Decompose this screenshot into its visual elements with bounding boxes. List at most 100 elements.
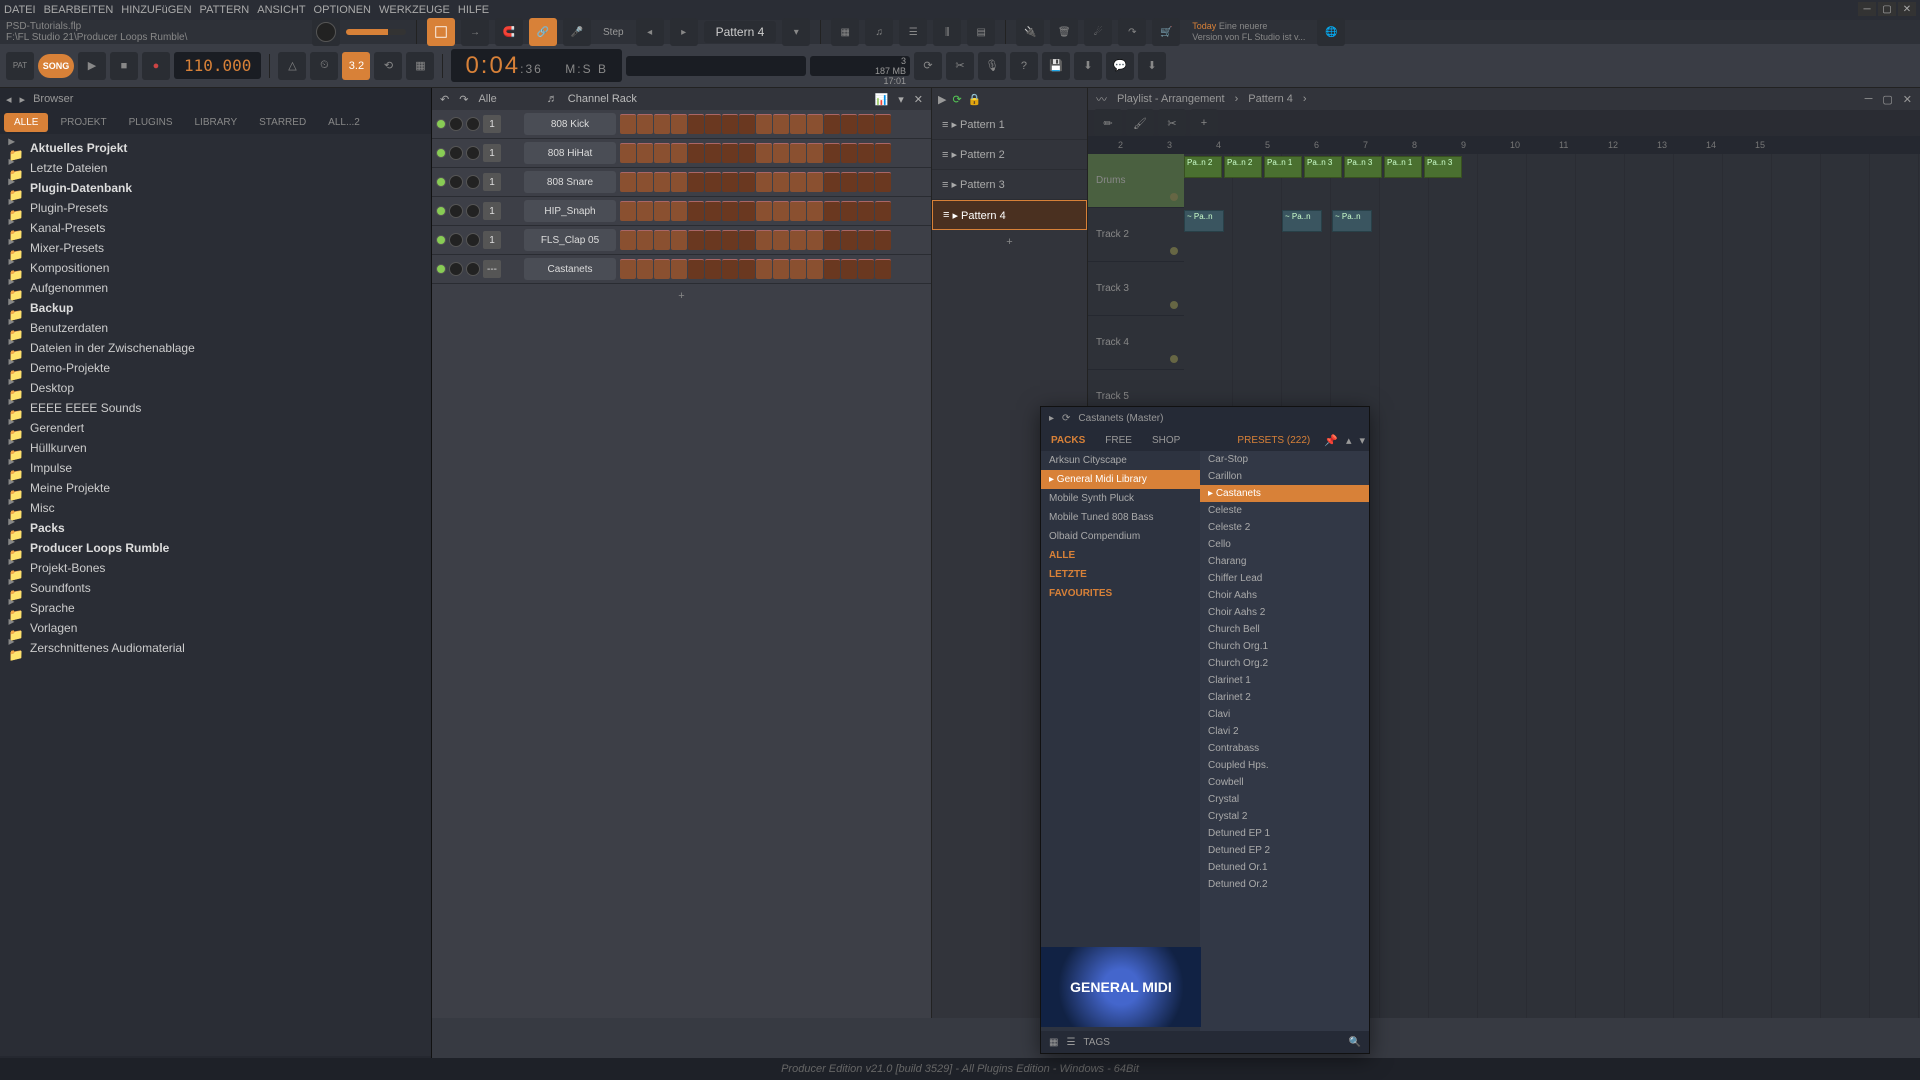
channel-pan[interactable] bbox=[449, 117, 463, 131]
browser-tab-all2[interactable]: ALL...2 bbox=[318, 113, 370, 132]
picker-lock-icon[interactable]: 🔒 bbox=[968, 93, 982, 106]
step-cell[interactable] bbox=[841, 259, 857, 279]
plugin-collapse-icon[interactable]: ▸ bbox=[1049, 413, 1054, 424]
preset-item[interactable]: Carillon bbox=[1200, 468, 1369, 485]
plugin-tab-presets[interactable]: PRESETS (222) bbox=[1227, 431, 1320, 450]
tree-item[interactable]: ▸ 📁Zerschnittenes Audiomaterial bbox=[0, 638, 431, 658]
save-icon[interactable]: 💾 bbox=[1042, 52, 1070, 80]
playlist-clip[interactable]: Pa..n 1 bbox=[1384, 156, 1422, 178]
step-cell[interactable] bbox=[688, 259, 704, 279]
step-cell[interactable] bbox=[688, 230, 704, 250]
rack-options-icon[interactable]: ▾ bbox=[898, 93, 904, 106]
preset-item[interactable]: Contrabass bbox=[1200, 740, 1369, 757]
step-cell[interactable] bbox=[671, 114, 687, 134]
step-cell[interactable] bbox=[705, 172, 721, 192]
chat-icon[interactable]: 💬 bbox=[1106, 52, 1134, 80]
step-cell[interactable] bbox=[739, 143, 755, 163]
channel-mute[interactable] bbox=[436, 148, 446, 158]
step-cell[interactable] bbox=[790, 114, 806, 134]
channel-vol[interactable] bbox=[466, 262, 480, 276]
channel-vol[interactable] bbox=[466, 175, 480, 189]
plugin-menu-icon[interactable]: ▾ bbox=[1355, 434, 1369, 447]
magnet-icon[interactable]: 🧲 bbox=[495, 18, 523, 46]
plugin-icon[interactable]: 🔌 bbox=[1016, 18, 1044, 46]
pattern-drag-icon[interactable]: ≡ bbox=[942, 179, 948, 191]
step-cell[interactable] bbox=[739, 114, 755, 134]
plugin-pin-icon[interactable]: 📌 bbox=[1320, 434, 1342, 447]
step-cell[interactable] bbox=[773, 259, 789, 279]
step-cell[interactable] bbox=[705, 230, 721, 250]
channel-pan[interactable] bbox=[449, 146, 463, 160]
preset-item[interactable]: Choir Aahs 2 bbox=[1200, 604, 1369, 621]
preset-item[interactable]: Crystal bbox=[1200, 791, 1369, 808]
mic-icon[interactable]: 🎤 bbox=[563, 18, 591, 46]
step-cell[interactable] bbox=[671, 230, 687, 250]
preset-item[interactable]: Crystal 2 bbox=[1200, 808, 1369, 825]
channel-mute[interactable] bbox=[436, 235, 446, 245]
tree-item[interactable]: ▸ 📁Kompositionen bbox=[0, 258, 431, 278]
preset-item[interactable]: Choir Aahs bbox=[1200, 587, 1369, 604]
presets-list[interactable]: Car-StopCarillon▸ CastanetsCelesteCelest… bbox=[1200, 451, 1369, 1031]
preset-item[interactable]: Chiffer Lead bbox=[1200, 570, 1369, 587]
preset-item[interactable]: Church Bell bbox=[1200, 621, 1369, 638]
tempo-display[interactable]: 110.000 bbox=[174, 52, 261, 79]
step-cell[interactable] bbox=[756, 230, 772, 250]
tree-item[interactable]: ▸ 📁EEEE EEEE Sounds bbox=[0, 398, 431, 418]
channel-target[interactable]: 1 bbox=[483, 144, 501, 162]
pl-add-track[interactable]: + bbox=[1190, 109, 1218, 137]
tree-item[interactable]: ▸ 📁Projekt-Bones bbox=[0, 558, 431, 578]
tree-item[interactable]: ▸ 📁Kanal-Presets bbox=[0, 218, 431, 238]
stop-button[interactable]: ■ bbox=[110, 52, 138, 80]
step-cell[interactable] bbox=[671, 201, 687, 221]
step-cell[interactable] bbox=[637, 259, 653, 279]
step-cell[interactable] bbox=[875, 143, 891, 163]
step-cell[interactable] bbox=[824, 259, 840, 279]
step-cell[interactable] bbox=[620, 259, 636, 279]
pack-category[interactable]: FAVOURITES bbox=[1041, 584, 1200, 603]
step-cell[interactable] bbox=[841, 201, 857, 221]
master-volume-slider[interactable] bbox=[346, 29, 406, 35]
pack-item[interactable]: Mobile Tuned 808 Bass bbox=[1041, 508, 1200, 527]
step-cell[interactable] bbox=[654, 172, 670, 192]
step-cell[interactable] bbox=[637, 114, 653, 134]
channel-mute[interactable] bbox=[436, 264, 446, 274]
tree-item[interactable]: ▸ 📁Vorlagen bbox=[0, 618, 431, 638]
playlist-clip[interactable]: Pa..n 3 bbox=[1344, 156, 1382, 178]
view-next-button[interactable]: → bbox=[461, 18, 489, 46]
step-cell[interactable] bbox=[807, 172, 823, 192]
track-mute-icon[interactable] bbox=[1170, 301, 1178, 309]
step-cell[interactable] bbox=[824, 201, 840, 221]
step-cell[interactable] bbox=[637, 172, 653, 192]
step-cell[interactable] bbox=[620, 143, 636, 163]
step-cell[interactable] bbox=[739, 259, 755, 279]
plugin-tab-shop[interactable]: SHOP bbox=[1142, 431, 1190, 450]
step-cell[interactable] bbox=[841, 230, 857, 250]
tree-item[interactable]: ▸ 📁Gerendert bbox=[0, 418, 431, 438]
step-cell[interactable] bbox=[875, 230, 891, 250]
track-mute-icon[interactable] bbox=[1170, 193, 1178, 201]
view-br-icon[interactable]: ▤ bbox=[967, 18, 995, 46]
step-cell[interactable] bbox=[722, 201, 738, 221]
step-cell[interactable] bbox=[671, 143, 687, 163]
step-cell[interactable] bbox=[773, 143, 789, 163]
plugin-tab-packs[interactable]: PACKS bbox=[1041, 431, 1095, 450]
channel-pan[interactable] bbox=[449, 233, 463, 247]
step-cell[interactable] bbox=[722, 172, 738, 192]
step-cell[interactable] bbox=[773, 201, 789, 221]
redo-icon[interactable]: ↷ bbox=[1118, 18, 1146, 46]
step-cell[interactable] bbox=[824, 143, 840, 163]
step-cell[interactable] bbox=[705, 201, 721, 221]
news-panel[interactable]: Today Eine neuere Version von FL Studio … bbox=[1186, 19, 1311, 45]
rack-chord-icon[interactable]: ♬ bbox=[547, 93, 558, 105]
preset-item[interactable]: ▸ Castanets bbox=[1200, 485, 1369, 502]
tree-item[interactable]: ▸ 📁Packs bbox=[0, 518, 431, 538]
step-cell[interactable] bbox=[688, 201, 704, 221]
rack-filter[interactable]: Alle bbox=[478, 93, 496, 105]
step-cell[interactable] bbox=[654, 201, 670, 221]
step-cell[interactable] bbox=[620, 114, 636, 134]
step-cell[interactable] bbox=[807, 143, 823, 163]
playlist-close-icon[interactable]: ✕ bbox=[1903, 93, 1912, 106]
step-cell[interactable] bbox=[688, 143, 704, 163]
plugin-view-list-icon[interactable]: ☰ bbox=[1066, 1037, 1075, 1048]
step-cell[interactable] bbox=[705, 143, 721, 163]
